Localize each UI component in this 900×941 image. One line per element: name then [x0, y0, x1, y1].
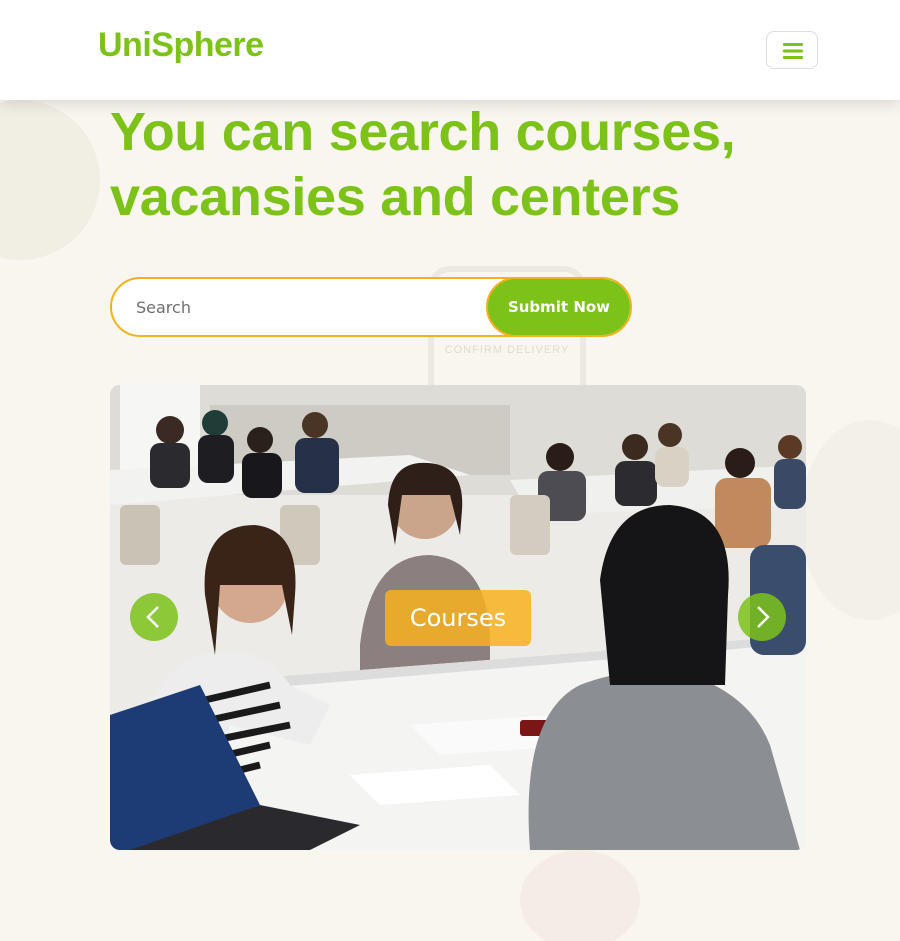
navbar: UniSphere	[0, 0, 900, 100]
background-blob	[520, 850, 640, 941]
search-form: Submit Now	[110, 277, 632, 337]
hero-title-line-2: vacansies and centers	[110, 167, 681, 227]
carousel-prev-button[interactable]	[130, 593, 178, 641]
hero-title-line-1: You can search courses,	[110, 102, 736, 162]
menu-toggle-button[interactable]	[766, 31, 818, 69]
brand-logo[interactable]: UniSphere	[98, 26, 264, 65]
hamburger-icon	[783, 43, 803, 59]
courses-carousel: Courses	[110, 385, 806, 850]
hero-title: You can search courses, vacansies and cen…	[110, 100, 810, 230]
background-phone-text: CONFIRM DELIVERY	[444, 344, 570, 356]
slide-caption[interactable]: Courses	[385, 590, 531, 646]
chevron-left-icon	[146, 606, 159, 628]
search-input[interactable]	[112, 279, 492, 335]
background-blob	[800, 420, 900, 620]
submit-button[interactable]: Submit Now	[486, 279, 630, 335]
chevron-right-icon	[757, 606, 770, 628]
carousel-next-button[interactable]	[738, 593, 786, 641]
background-blob	[0, 100, 100, 260]
